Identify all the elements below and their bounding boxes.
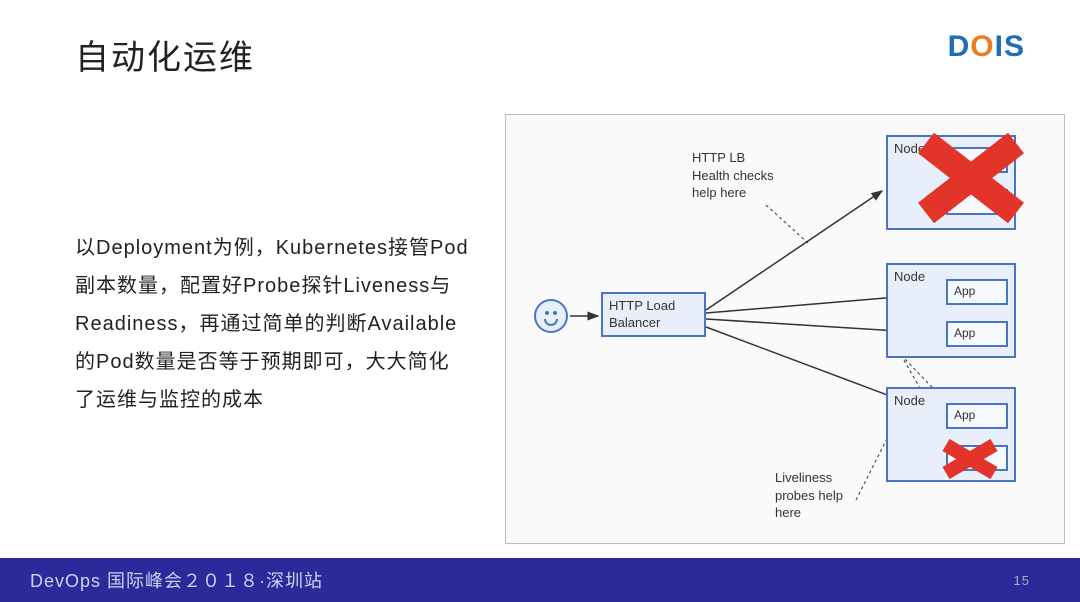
annotation-health-checks: HTTP LB Health checks help here <box>692 149 782 202</box>
node-label: Node <box>894 393 925 408</box>
footer-bar: DevOps 国际峰会２０１８·深圳站 15 <box>0 558 1080 602</box>
app-box <box>946 445 1008 471</box>
description-paragraph: 以Deployment为例，Kubernetes接管Pod副本数量，配置好Pro… <box>75 229 470 419</box>
node-label: Node <box>894 141 925 156</box>
node-box-3: Node App <box>886 387 1016 482</box>
app-box: App <box>946 403 1008 429</box>
user-icon <box>534 299 568 333</box>
app-box: App <box>946 321 1008 347</box>
node-box-1: Node <box>886 135 1016 230</box>
app-box: App <box>946 279 1008 305</box>
page-number: 15 <box>1014 573 1050 588</box>
dois-logo: DOIS <box>948 30 1025 64</box>
footer-text: DevOps 国际峰会２０１８·深圳站 <box>30 567 323 593</box>
architecture-diagram: HTTP Load Balancer Node Node App App <box>505 114 1065 544</box>
http-load-balancer-box: HTTP Load Balancer <box>601 292 706 337</box>
app-box <box>946 189 1008 215</box>
node-box-2: Node App App <box>886 263 1016 358</box>
annotation-liveliness-probes: Liveliness probes help here <box>775 469 865 522</box>
slide-title: 自动化运维 <box>75 30 255 79</box>
node-label: Node <box>894 269 925 284</box>
app-box <box>946 147 1008 173</box>
